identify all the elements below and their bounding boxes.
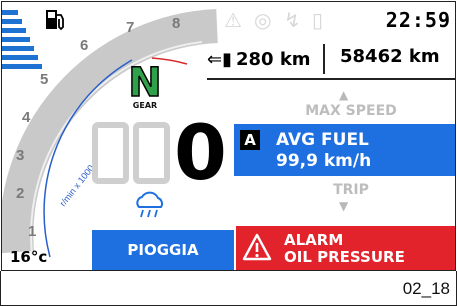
speed-digit-ghost: [133, 122, 170, 184]
status-bar: ⚠ ◎ ↯ ▯ 22:59: [202, 2, 455, 38]
speed-digit-ghost: [92, 122, 129, 184]
menu-item-avg-fuel[interactable]: A AVG FUEL 99,9 km/h: [234, 124, 455, 176]
fuel-range-value: 280 km: [236, 48, 311, 70]
tach-mark: 6: [80, 37, 88, 54]
menu-selected-title: AVG FUEL: [276, 130, 369, 150]
tach-unit-label: r/min x 1000: [58, 163, 96, 208]
clock: 22:59: [385, 8, 451, 32]
engine-icon: ⚠: [224, 8, 242, 32]
tach-mark: 5: [40, 71, 48, 88]
tach-mark: 8: [172, 15, 180, 32]
riding-mode-button[interactable]: PIOGGIA: [92, 230, 234, 270]
figure-caption-bar: 02_18: [0, 271, 457, 306]
menu-badge: A: [240, 130, 260, 150]
menu-up-arrow-icon[interactable]: ▲: [339, 88, 348, 102]
tach-mark: 2: [16, 185, 24, 202]
alarm-banner: ALARM OIL PRESSURE: [236, 226, 455, 270]
tach-mark: 4: [22, 109, 31, 126]
ambient-temperature: 16°c: [10, 248, 48, 266]
rain-cloud-icon: [136, 191, 164, 218]
alarm-title: ALARM: [284, 231, 344, 249]
dashboard-screen: 1 2 3 4 5 6 7 8 r/min x 1000 ⚠ ◎ ↯ ▯ 22:…: [1, 1, 456, 271]
menu-selected-value: 99,9 km/h: [276, 151, 372, 171]
fuel-range-icon: ⇐▮: [207, 48, 232, 70]
tach-mark: 7: [126, 19, 134, 36]
fuel-range: ⇐▮ 280 km: [207, 42, 311, 76]
divider: [323, 44, 325, 74]
tach-mark: 1: [28, 223, 36, 240]
warning-triangle-icon: [242, 233, 272, 261]
menu-down-arrow-icon[interactable]: ▼: [339, 199, 348, 213]
odometer: 58462 km: [340, 46, 440, 67]
figure-code: 02_18: [402, 279, 450, 298]
gear-indicator: N: [128, 60, 163, 106]
divider: [207, 78, 455, 80]
battery-icon: ▯: [312, 8, 324, 32]
brake-icon: ◎: [254, 8, 272, 32]
menu-item-trip[interactable]: TRIP: [291, 182, 411, 198]
menu-item-max-speed[interactable]: MAX SPEED: [291, 103, 411, 119]
tach-mark: 3: [16, 147, 24, 164]
gear-label: GEAR: [132, 101, 158, 110]
traction-icon: ↯: [284, 8, 301, 32]
speed-readout: 0: [174, 108, 227, 197]
alarm-message: OIL PRESSURE: [284, 248, 405, 266]
riding-mode-label: PIOGGIA: [127, 241, 199, 259]
